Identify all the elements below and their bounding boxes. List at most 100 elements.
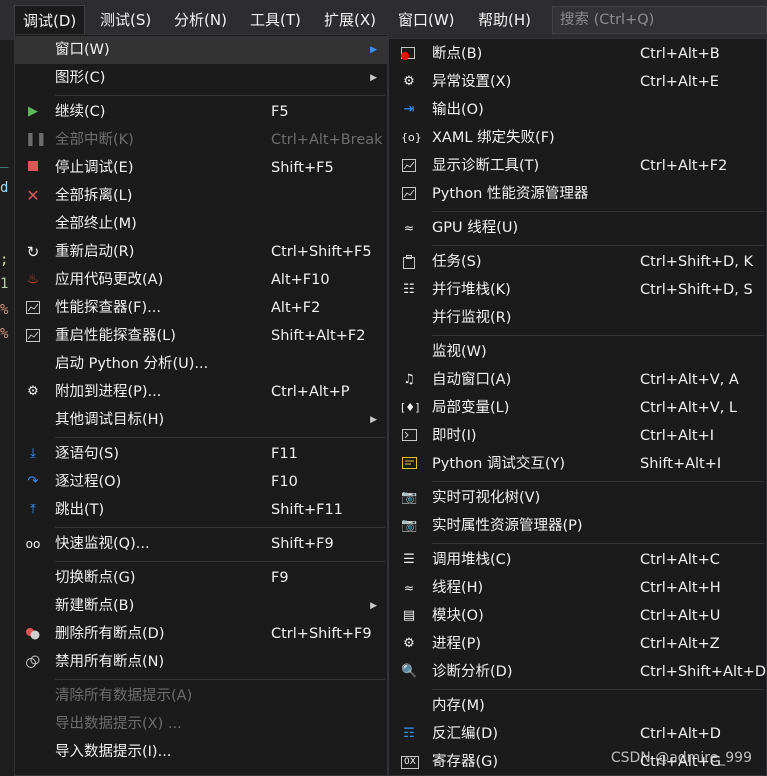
tasks-icon	[401, 255, 417, 269]
python-performance-icon	[401, 187, 417, 201]
menu-item-performance-profiler[interactable]: 性能探查器(F)... Alt+F2	[15, 294, 387, 322]
hot-reload-flame-icon: ♨	[27, 272, 39, 287]
submenu-item-live-property-explorer[interactable]: 📷 实时属性资源管理器(P)	[389, 512, 766, 540]
menu-item-step-into[interactable]: ⤓ 逐语句(S) F11	[15, 440, 387, 468]
menu-item-continue[interactable]: ▶ 继续(C) F5	[15, 98, 387, 126]
menu-window[interactable]: 窗口(W)	[390, 6, 463, 34]
submenu-item-live-visual-tree[interactable]: 📷 实时可视化树(V)	[389, 484, 766, 512]
submenu-item-modules[interactable]: ▤ 模块(O) Ctrl+Alt+U	[389, 602, 766, 630]
menu-item-graphics[interactable]: 图形(C) ▶	[15, 64, 387, 92]
diagnostic-analysis-icon: 🔍	[401, 664, 418, 679]
parallel-stacks-icon: ☷	[403, 282, 415, 297]
locals-icon: [♦]	[401, 401, 420, 414]
glasses-icon: oo	[25, 537, 41, 551]
restart-icon: ↻	[26, 243, 40, 261]
menu-item-detach-all[interactable]: ✕ 全部拆离(L)	[15, 182, 387, 210]
submenu-item-xaml-binding-failures[interactable]: {o} XAML 绑定失败(F)	[389, 124, 766, 152]
menu-item-other-debug-targets[interactable]: 其他调试目标(H) ▶	[15, 406, 387, 434]
debug-menu: 窗口(W) ▶ 图形(C) ▶ ▶ 继续(C) F5 ❚❚ 全部中断(K) Ctrl+Alt…	[14, 34, 388, 776]
submenu-item-autos[interactable]: ♫ 自动窗口(A) Ctrl+Alt+V, A	[389, 366, 766, 394]
step-over-icon: ↷	[27, 474, 39, 489]
menu-item-break-all: ❚❚ 全部中断(K) Ctrl+Alt+Break	[25, 132, 383, 148]
menu-extensions[interactable]: 扩展(X)	[316, 6, 384, 34]
menu-item-stop-debugging[interactable]: 停止调试(E) Shift+F5	[15, 154, 387, 182]
menu-test[interactable]: 测试(S)	[92, 6, 159, 34]
menu-item-export-datatips: 导出数据提示(X) ...	[55, 716, 182, 732]
immediate-icon	[401, 429, 417, 443]
autos-icon: ♫	[403, 372, 415, 387]
submenu-item-exception-settings[interactable]: ⚙ 异常设置(X) Ctrl+Alt+E	[389, 68, 766, 96]
submenu-arrow-icon: ▶	[370, 45, 377, 55]
processes-icon: ⚙	[403, 636, 415, 651]
diagnostic-tools-icon	[401, 159, 417, 173]
pause-icon: ❚❚	[25, 132, 47, 147]
menu-item-quick-watch[interactable]: oo 快速监视(Q)... Shift+F9	[15, 530, 387, 558]
disassembly-icon: ☶	[403, 726, 415, 741]
detach-x-icon: ✕	[26, 186, 40, 205]
search-input[interactable]: 搜索 (Ctrl+Q)	[552, 6, 767, 34]
menu-item-terminate-all[interactable]: 全部终止(M)	[15, 210, 387, 238]
attach-gears-icon: ⚙	[27, 384, 39, 399]
watermark: CSDN @admire_999	[610, 750, 752, 766]
menu-item-start-python-profiling[interactable]: 启动 Python 分析(U)...	[15, 350, 387, 378]
menu-item-delete-all-breakpoints[interactable]: 删除所有断点(D) Ctrl+Shift+F9	[15, 620, 387, 648]
submenu-item-gpu-threads[interactable]: ≈ GPU 线程(U)	[389, 214, 766, 242]
submenu-item-python-interactive[interactable]: Python 调试交互(Y) Shift+Alt+I	[389, 450, 766, 478]
submenu-item-call-stack[interactable]: ☰ 调用堆栈(C) Ctrl+Alt+C	[389, 546, 766, 574]
menu-item-toggle-breakpoint[interactable]: 切换断点(G) F9	[15, 564, 387, 592]
modules-icon: ▤	[402, 608, 416, 623]
window-submenu: 断点(B) Ctrl+Alt+B ⚙ 异常设置(X) Ctrl+Alt+E ⇥ 输出(O…	[388, 38, 767, 776]
menu-item-new-breakpoint[interactable]: 新建断点(B) ▶	[15, 592, 387, 620]
submenu-item-disassembly[interactable]: ☶ 反汇编(D) Ctrl+Alt+D	[389, 720, 766, 748]
menu-item-clear-datatips: 清除所有数据提示(A)	[55, 688, 193, 704]
submenu-item-parallel-stacks[interactable]: ☷ 并行堆栈(K) Ctrl+Shift+D, S	[389, 276, 766, 304]
submenu-arrow-icon: ▶	[370, 73, 377, 83]
submenu-item-diagnostic-tools[interactable]: 显示诊断工具(T) Ctrl+Alt+F2	[389, 152, 766, 180]
menu-debug[interactable]: 调试(D)	[14, 5, 86, 36]
delete-breakpoints-icon	[25, 627, 41, 641]
submenu-item-memory[interactable]: 内存(M)	[389, 692, 766, 720]
submenu-item-parallel-watch[interactable]: 并行监视(R)	[389, 304, 766, 332]
menu-item-restart-profiler[interactable]: 重启性能探查器(L) Shift+Alt+F2	[15, 322, 387, 350]
menu-help[interactable]: 帮助(H)	[470, 6, 539, 34]
menu-item-step-over[interactable]: ↷ 逐过程(O) F10	[15, 468, 387, 496]
profiler-icon	[25, 301, 41, 315]
output-icon: ⇥	[403, 102, 415, 117]
stop-icon	[25, 161, 41, 175]
menu-item-step-out[interactable]: ⤒ 跳出(T) Shift+F11	[15, 496, 387, 524]
menu-item-restart[interactable]: ↻ 重新启动(R) Ctrl+Shift+F5	[15, 238, 387, 266]
submenu-item-locals[interactable]: [♦] 局部变量(L) Ctrl+Alt+V, L	[389, 394, 766, 422]
submenu-arrow-icon: ▶	[370, 415, 377, 425]
exception-settings-icon: ⚙	[403, 74, 415, 89]
submenu-arrow-icon: ▶	[370, 601, 377, 611]
menu-item-import-datatips[interactable]: 导入数据提示(I)...	[15, 738, 387, 766]
submenu-item-immediate[interactable]: 即时(I) Ctrl+Alt+I	[389, 422, 766, 450]
python-interactive-icon	[401, 457, 417, 471]
menu-analyze[interactable]: 分析(N)	[166, 6, 235, 34]
submenu-item-threads[interactable]: ≈ 线程(H) Ctrl+Alt+H	[389, 574, 766, 602]
gpu-threads-icon: ≈	[403, 221, 415, 235]
submenu-item-breakpoints[interactable]: 断点(B) Ctrl+Alt+B	[389, 40, 766, 68]
submenu-item-watch[interactable]: 监视(W)	[389, 338, 766, 366]
call-stack-icon: ☰	[403, 552, 415, 567]
step-into-icon: ⤓	[30, 446, 36, 461]
menu-item-apply-code-changes[interactable]: ♨ 应用代码更改(A) Alt+F10	[15, 266, 387, 294]
editor-background: _ d ; 1 % %	[0, 40, 14, 776]
submenu-item-python-performance[interactable]: Python 性能资源管理器	[389, 180, 766, 208]
breakpoints-window-icon	[401, 47, 417, 61]
step-out-icon: ⤒	[30, 502, 36, 517]
menu-tools[interactable]: 工具(T)	[242, 6, 309, 34]
menu-item-attach-to-process[interactable]: ⚙ 附加到进程(P)... Ctrl+Alt+P	[15, 378, 387, 406]
profiler-restart-icon	[25, 329, 41, 343]
xaml-binding-icon: {o}	[401, 131, 422, 144]
submenu-item-processes[interactable]: ⚙ 进程(P) Ctrl+Alt+Z	[389, 630, 766, 658]
submenu-item-diagnostic-analysis[interactable]: 🔍 诊断分析(D) Ctrl+Shift+Alt+D	[389, 658, 766, 686]
disable-breakpoints-icon	[25, 655, 41, 669]
menu-item-window[interactable]: 窗口(W) ▶	[15, 36, 387, 64]
continue-play-icon: ▶	[28, 104, 38, 119]
submenu-item-tasks[interactable]: 任务(S) Ctrl+Shift+D, K	[389, 248, 766, 276]
live-visual-tree-icon: 📷	[401, 490, 418, 505]
threads-icon: ≈	[403, 581, 415, 595]
submenu-item-output[interactable]: ⇥ 输出(O)	[389, 96, 766, 124]
menu-item-disable-all-breakpoints[interactable]: 禁用所有断点(N)	[15, 648, 387, 676]
